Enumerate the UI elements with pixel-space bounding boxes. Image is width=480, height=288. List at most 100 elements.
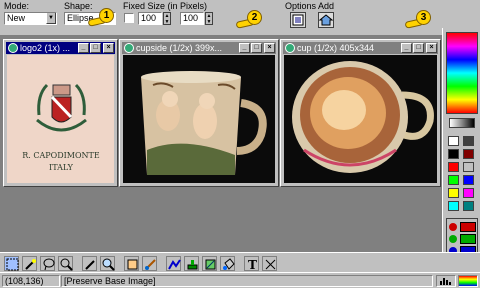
eyedropper-icon [85, 260, 95, 270]
background-color-swatch[interactable] [460, 234, 476, 244]
color-swatch[interactable] [448, 162, 459, 172]
eyedropper-tool[interactable] [82, 256, 97, 271]
maximize-button[interactable]: □ [90, 43, 101, 53]
crop-tool[interactable] [124, 256, 139, 271]
window-titlebar[interactable]: cup (1/2x) 405x344 _ □ × [283, 42, 438, 54]
text-tool[interactable]: T [244, 256, 259, 271]
retouch-icon [205, 259, 216, 270]
plate-text-top: R. CAPODIMONTE [22, 151, 100, 160]
options-label: Options [285, 1, 317, 11]
magic-wand-icon [25, 259, 36, 270]
color-preview-strip[interactable] [449, 118, 475, 128]
width-input[interactable]: 100 [138, 12, 162, 25]
options-list-icon [292, 14, 304, 26]
close-button[interactable]: × [103, 43, 114, 53]
stamp-icon [187, 260, 198, 270]
window-titlebar[interactable]: cupside (1/2x) 399x... _ □ × [122, 42, 276, 54]
color-swatch[interactable] [463, 162, 474, 172]
mode-select[interactable]: New ▼ [4, 12, 57, 25]
mode-label: Mode: [4, 1, 30, 11]
clone-tool[interactable] [184, 256, 199, 271]
color-swatch[interactable] [463, 201, 474, 211]
step-number-1: 1 [99, 8, 114, 23]
paint-palette-icon [285, 43, 295, 53]
crop-icon [127, 259, 138, 270]
window-titlebar[interactable]: logo2 (1x) ... _ □ × [6, 42, 115, 54]
color-swatch[interactable] [448, 149, 459, 159]
fixed-size-checkbox[interactable] [124, 13, 134, 23]
hand-pointer-icon-3: 3 [404, 10, 433, 30]
color-depth-icon[interactable] [458, 275, 478, 287]
text-t-icon: T [248, 258, 257, 271]
svg-text:T: T [248, 258, 257, 271]
porcelain-cup-top-photo [284, 55, 437, 183]
window-title: cup (1/2x) 405x344 [297, 43, 375, 53]
minimize-button[interactable]: _ [401, 43, 412, 53]
paint-palette-icon [124, 43, 134, 53]
fixed-size-label: Fixed Size (in Pixels) [123, 1, 208, 11]
height-input[interactable]: 100 [180, 12, 204, 25]
close-button[interactable]: × [426, 43, 437, 53]
magnify-tool[interactable] [100, 256, 115, 271]
hand-pointer-icon-1: 1 [87, 8, 116, 28]
line-tool[interactable] [166, 256, 181, 271]
histogram-icon[interactable] [436, 275, 456, 287]
status-message: [Preserve Base Image] [61, 275, 433, 287]
color-swatch[interactable] [463, 188, 474, 198]
minimize-button[interactable]: _ [78, 43, 89, 53]
add-label: Add [318, 1, 335, 11]
tools-toolbar: T [0, 252, 480, 272]
lasso-tool[interactable] [40, 256, 55, 271]
image-window-cup[interactable]: cup (1/2x) 405x344 _ □ × [280, 39, 441, 187]
capodimonte-crest-image: R. CAPODIMONTE ITALY [7, 55, 114, 183]
color-swatch[interactable] [463, 175, 474, 185]
background-dot-icon[interactable] [449, 235, 457, 243]
color-swatch[interactable] [463, 136, 474, 146]
deform-tool[interactable] [262, 256, 277, 271]
maximize-button[interactable]: □ [413, 43, 424, 53]
fill-tool[interactable] [220, 256, 235, 271]
cupside-image[interactable] [123, 55, 275, 183]
color-swatch[interactable] [463, 149, 474, 159]
image-window-logo2[interactable]: logo2 (1x) ... _ □ × R. CAPODIMONTE ITAL… [3, 39, 118, 187]
foreground-dot-icon[interactable] [449, 223, 457, 231]
deform-arrows-icon [265, 259, 276, 270]
magnifier-icon [60, 258, 73, 271]
color-swatch[interactable] [448, 175, 459, 185]
mode-select-value: New [7, 13, 26, 23]
chevron-down-icon[interactable]: ▼ [46, 13, 56, 24]
add-button[interactable] [318, 12, 334, 28]
window-title: logo2 (1x) ... [20, 43, 71, 53]
pen-line-icon [168, 259, 181, 270]
step-number-2: 2 [247, 10, 262, 25]
color-swatch[interactable] [448, 188, 459, 198]
color-swatch[interactable] [448, 136, 459, 146]
cup-image[interactable] [284, 55, 437, 183]
magic-wand-tool[interactable] [22, 256, 37, 271]
retouch-tool[interactable] [202, 256, 217, 271]
height-spinner[interactable]: ▲ ▼ [205, 12, 213, 25]
width-value: 100 [141, 13, 157, 23]
selection-rect-icon [6, 258, 19, 271]
maximize-button[interactable]: □ [251, 43, 262, 53]
step-number-3: 3 [416, 10, 431, 25]
foreground-color-swatch[interactable] [460, 222, 476, 232]
cursor-coordinates: (108,136) [2, 275, 60, 287]
selection-toolbar: Mode: New ▼ Shape: Ellipse 1 Fixed Size … [0, 0, 480, 36]
color-swatch[interactable] [448, 201, 459, 211]
width-spinner[interactable]: ▲ ▼ [163, 12, 171, 25]
window-title: cupside (1/2x) 399x... [136, 43, 223, 53]
close-button[interactable]: × [264, 43, 275, 53]
color-spectrum-picker[interactable] [446, 32, 478, 114]
logo-image[interactable]: R. CAPODIMONTE ITALY [7, 55, 114, 183]
minimize-button[interactable]: _ [239, 43, 250, 53]
options-button[interactable] [290, 12, 306, 28]
brush-tool[interactable] [142, 256, 157, 271]
hand-pointer-icon-2: 2 [235, 10, 264, 30]
zoom-tool[interactable] [58, 256, 73, 271]
paint-palette-icon [8, 43, 18, 53]
rect-select-tool[interactable] [4, 256, 19, 271]
app-window: Mode: New ▼ Shape: Ellipse 1 Fixed Size … [0, 0, 480, 288]
lasso-icon [43, 258, 55, 271]
image-window-cupside[interactable]: cupside (1/2x) 399x... _ □ × [119, 39, 279, 187]
